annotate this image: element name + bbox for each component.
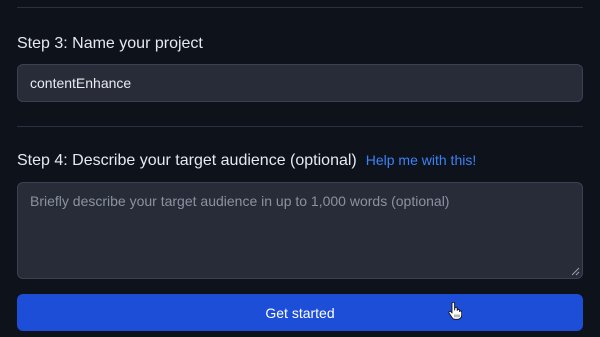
step4-header: Step 4: Describe your target audience (o…	[17, 152, 476, 170]
get-started-button[interactable]: Get started	[17, 294, 583, 331]
help-me-link[interactable]: Help me with this!	[366, 152, 476, 168]
resize-grip-icon[interactable]	[571, 267, 580, 276]
section-divider-middle	[17, 126, 583, 127]
target-audience-textarea[interactable]	[18, 183, 582, 278]
step3-label: Step 3: Name your project	[17, 35, 203, 52]
project-setup-form: Step 3: Name your project Step 4: Descri…	[0, 0, 600, 337]
audience-field-wrapper	[17, 182, 583, 279]
project-name-input[interactable]	[17, 64, 583, 102]
section-divider-top	[17, 7, 583, 8]
hand-pointer-icon	[448, 302, 462, 320]
step4-label: Step 4: Describe your target audience (o…	[17, 152, 357, 169]
